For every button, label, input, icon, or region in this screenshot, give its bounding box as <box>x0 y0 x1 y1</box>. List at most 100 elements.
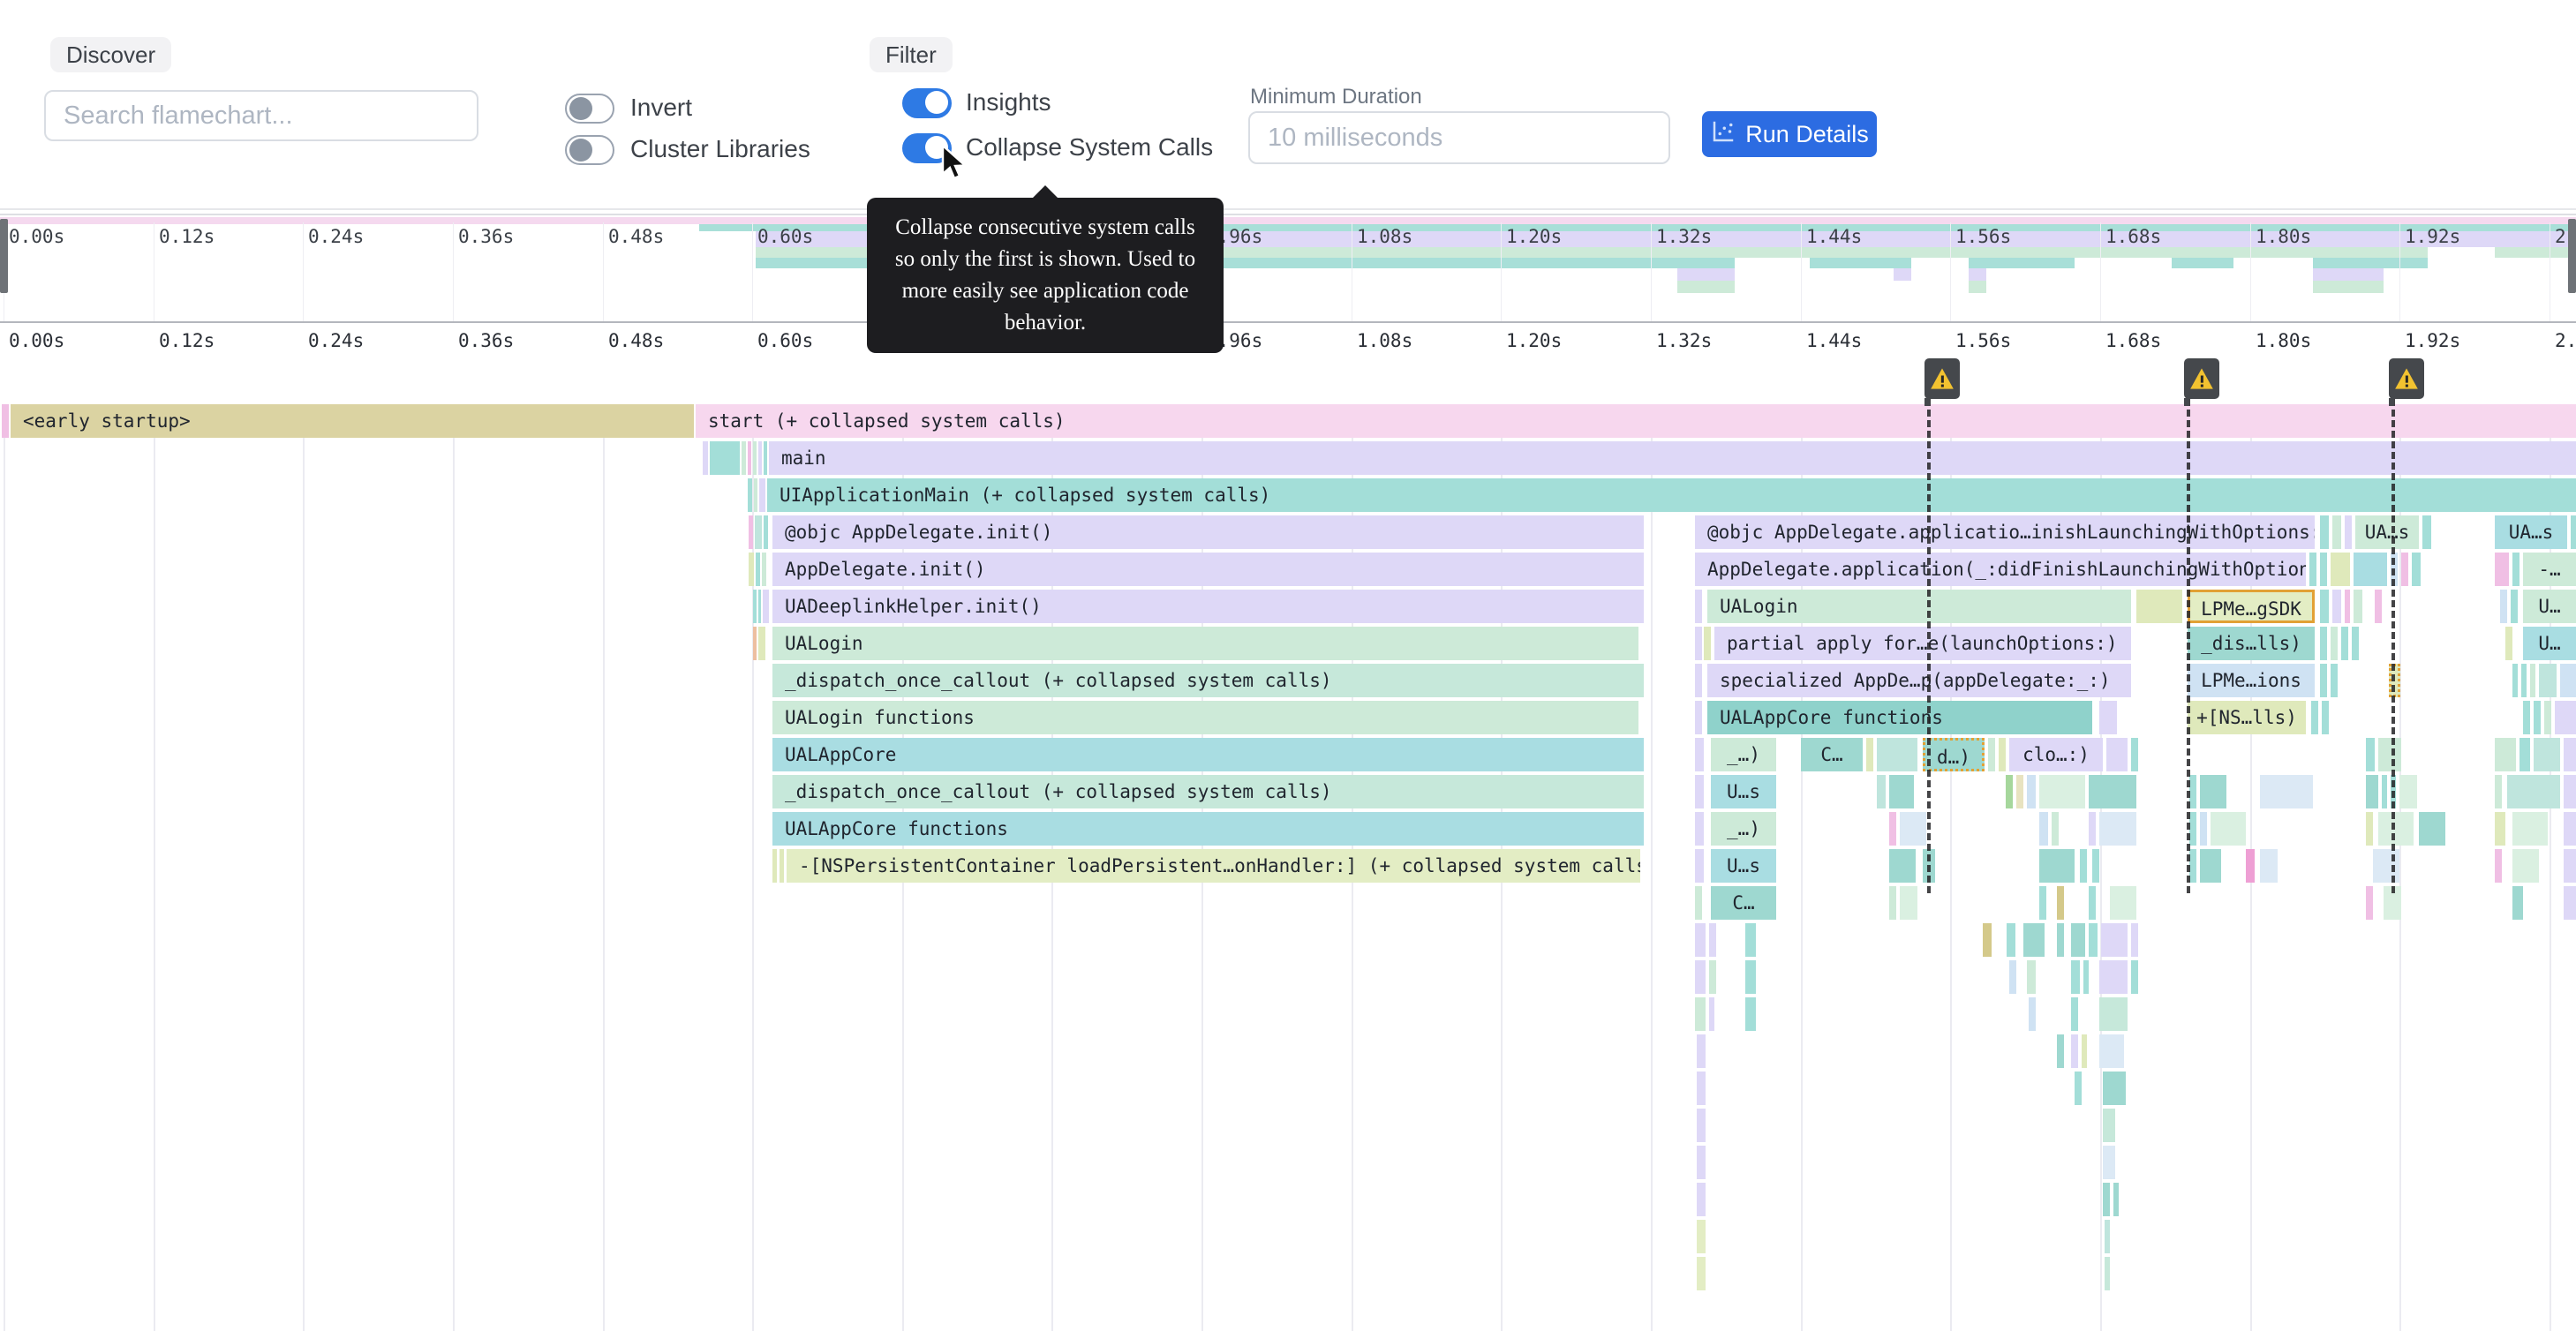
flame-frame-sliver[interactable] <box>1889 812 1896 846</box>
flame-frame-sliver[interactable] <box>1900 886 1917 920</box>
minimap-left-handle[interactable] <box>0 219 8 293</box>
flame-frame-sliver[interactable] <box>749 515 753 549</box>
flame-frame-sliver[interactable] <box>2354 553 2387 586</box>
flame-frame-sliver[interactable] <box>1877 738 1917 771</box>
flame-frame[interactable]: C… <box>1711 886 1776 920</box>
flame-frame-sliver[interactable] <box>2089 775 2136 808</box>
flame-frame-sliver[interactable] <box>1695 997 1706 1031</box>
flame-frame-sliver[interactable] <box>2105 1220 2110 1253</box>
flame-frame-sliver[interactable] <box>2564 775 2576 808</box>
flame-frame[interactable]: UALogin functions <box>772 701 1638 734</box>
flame-frame-sliver[interactable] <box>2564 849 2576 883</box>
flame-frame-sliver[interactable] <box>2345 515 2352 549</box>
flame-frame-sliver[interactable] <box>2075 1072 2082 1105</box>
flame-frame-sliver[interactable] <box>2412 553 2421 586</box>
flame-frame-sliver[interactable] <box>1695 775 1704 808</box>
run-details-button[interactable]: Run Details <box>1702 111 1877 157</box>
flame-frame-sliver[interactable] <box>2189 775 2196 808</box>
flame-frame-sliver[interactable] <box>2512 553 2520 586</box>
flame-frame-sliver[interactable] <box>2512 664 2518 697</box>
flame-frame-sliver[interactable] <box>2189 812 2196 846</box>
flame-frame-sliver[interactable] <box>2378 738 2401 771</box>
search-input[interactable] <box>44 90 478 141</box>
flame-frame-sliver[interactable] <box>2495 849 2502 883</box>
flame-frame-sliver[interactable] <box>2089 923 2098 957</box>
flame-frame-sliver[interactable] <box>2071 960 2080 994</box>
flame-frame-sliver[interactable] <box>2027 775 2036 808</box>
flame-frame-sliver[interactable] <box>2564 812 2576 846</box>
flame-frame-sliver[interactable] <box>2136 590 2182 623</box>
flame-frame-sliver[interactable] <box>1695 664 1702 697</box>
flame-frame[interactable]: U…s <box>1711 849 1776 883</box>
flame-frame-sliver[interactable] <box>2246 849 2255 883</box>
flame-frame-sliver[interactable] <box>1695 590 1702 623</box>
flame-frame-sliver[interactable] <box>780 849 784 883</box>
flame-frame[interactable]: UALAppCore functions <box>1707 701 2092 734</box>
flame-frame-sliver[interactable] <box>2534 738 2560 771</box>
flame-frame-sliver[interactable] <box>2082 1034 2087 1068</box>
flame-frame-sliver[interactable] <box>1695 738 1704 771</box>
flame-frame-sliver[interactable] <box>1889 886 1896 920</box>
flame-frame[interactable]: _dis…lls) <box>2188 627 2315 660</box>
flame-frame-sliver[interactable] <box>753 627 757 660</box>
flame-frame[interactable]: AppDelegate.application(_:didFinishLaunc… <box>1695 553 2306 586</box>
flame-frame-sliver[interactable] <box>1709 923 1716 957</box>
flame-frame[interactable]: UALAppCore functions <box>772 812 1644 846</box>
flame-frame-sliver[interactable] <box>762 553 766 586</box>
flame-frame-sliver[interactable] <box>759 478 765 512</box>
flame-frame-sliver[interactable] <box>2023 923 2045 957</box>
flame-frame-sliver[interactable] <box>2345 590 2350 623</box>
flame-frame[interactable]: UA…s <box>2355 515 2419 549</box>
flame-frame-sliver[interactable] <box>2131 960 2138 994</box>
flame-frame-sliver[interactable] <box>1695 960 1706 994</box>
flame-frame-sliver[interactable] <box>2039 812 2048 846</box>
flame-frame-sliver[interactable] <box>1695 849 1704 883</box>
discover-button[interactable]: Discover <box>50 37 171 72</box>
flame-frame-sliver[interactable] <box>2354 590 2362 623</box>
flame-frame[interactable]: _dispatch_once_callout (+ collapsed syst… <box>772 664 1644 697</box>
flame-frame-sliver[interactable] <box>1988 738 1995 771</box>
flame-frame-sliver[interactable] <box>753 590 757 623</box>
invert-toggle[interactable] <box>565 94 614 124</box>
flame-frame-sliver[interactable] <box>2131 923 2138 957</box>
flame-frame-sliver[interactable] <box>2352 627 2359 660</box>
flame-frame[interactable]: AppDelegate.init() <box>772 553 1644 586</box>
flame-frame-sliver[interactable] <box>2555 701 2576 734</box>
flame-frame[interactable]: -… <box>2523 553 2576 586</box>
flame-frame-sliver[interactable] <box>2089 812 2096 846</box>
flame-frame-sliver[interactable] <box>2366 812 2373 846</box>
flame-frame-sliver[interactable] <box>2366 886 2373 920</box>
flame-frame-sliver[interactable] <box>2103 1109 2115 1142</box>
flame-frame-sliver[interactable] <box>2083 960 2089 994</box>
flame-frame-sliver[interactable] <box>1709 960 1716 994</box>
flame-frame-sliver[interactable] <box>2341 627 2348 660</box>
flame-frame-sliver[interactable] <box>1877 775 1886 808</box>
warning-icon[interactable] <box>2184 358 2219 399</box>
flame-frame-sliver[interactable] <box>2495 812 2505 846</box>
flame-frame[interactable]: -[NSPersistentContainer loadPersistent…o… <box>787 849 1640 883</box>
flame-frame-sliver[interactable] <box>2378 812 2414 846</box>
flame-frame-sliver[interactable] <box>2544 701 2551 734</box>
flame-frame[interactable]: UADeeplinkHelper.init() <box>772 590 1644 623</box>
flame-frame-sliver[interactable] <box>710 441 740 475</box>
flame-frame-sliver[interactable] <box>1695 923 1706 957</box>
flame-frame-sliver[interactable] <box>2080 849 2087 883</box>
flame-frame-sliver[interactable] <box>2200 812 2207 846</box>
flame-frame-sliver[interactable] <box>2006 775 2013 808</box>
flame-frame-sliver[interactable] <box>2099 812 2136 846</box>
flame-frame-sliver[interactable] <box>2320 590 2329 623</box>
flame-frame[interactable]: _dispatch_once_callout (+ collapsed syst… <box>772 775 1644 808</box>
flame-frame-sliver[interactable] <box>2419 812 2445 846</box>
flame-frame[interactable]: start (+ collapsed system calls) <box>696 404 2576 438</box>
flame-frame-sliver[interactable] <box>2331 664 2338 697</box>
flame-frame[interactable]: partial apply for…e(launchOptions:) <box>1714 627 2131 660</box>
minimum-duration-input[interactable] <box>1248 111 1670 164</box>
flame-frame-sliver[interactable] <box>758 441 762 475</box>
warning-icon[interactable] <box>2389 358 2424 399</box>
flame-frame-sliver[interactable] <box>749 553 754 586</box>
flame-frame-sliver[interactable] <box>1745 923 1756 957</box>
flame-frame[interactable]: UALogin <box>772 627 1638 660</box>
flame-frame-sliver[interactable] <box>2534 701 2541 734</box>
flame-frame-sliver[interactable] <box>2320 664 2327 697</box>
flame-frame-sliver[interactable] <box>2511 590 2518 623</box>
